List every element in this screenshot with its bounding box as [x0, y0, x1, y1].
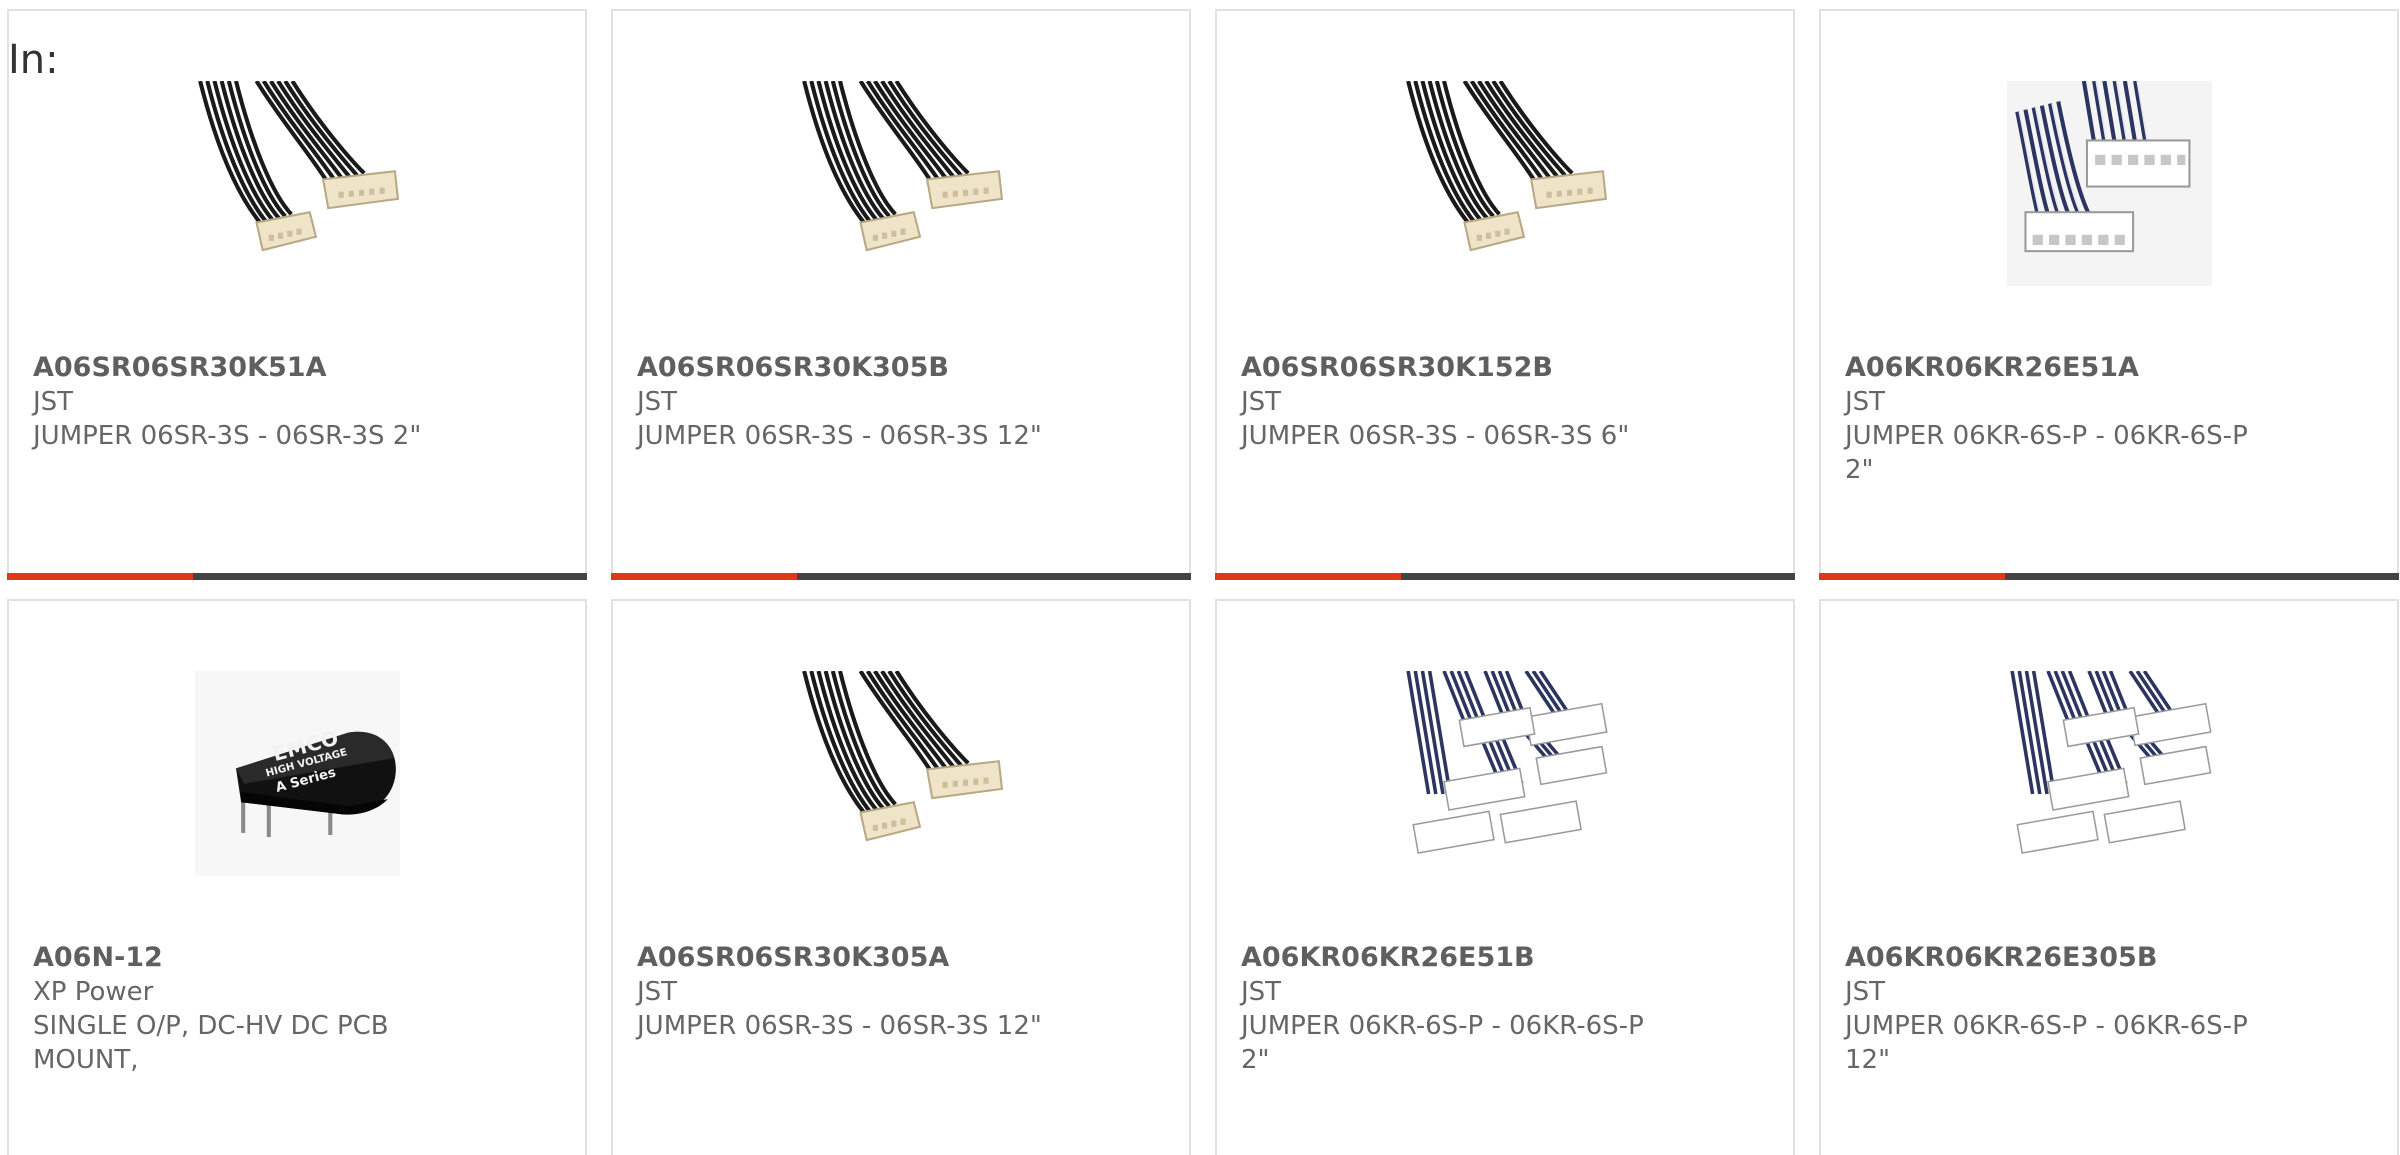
- part-number-link[interactable]: A06SR06SR30K305B: [637, 351, 1165, 385]
- part-number-link[interactable]: A06N-12: [33, 941, 561, 975]
- part-number-link[interactable]: A06SR06SR30K51A: [33, 351, 561, 385]
- progress-bar: [611, 573, 1191, 580]
- product-card[interactable]: EMCO HIGH VOLTAGE A Series A06N-12 XP Po…: [7, 599, 587, 1155]
- progress-bar-fill: [7, 573, 193, 580]
- product-description: JUMPER 06KR-6S-P - 06KR-6S-P 2": [1845, 421, 2248, 485]
- product-image[interactable]: [2007, 671, 2212, 876]
- progress-bar: [1819, 573, 2399, 580]
- product-image[interactable]: EMCO HIGH VOLTAGE A Series: [195, 671, 400, 876]
- product-grid-page: In: A06SR06SR30K51A JST JUMPER 06SR-3S -…: [0, 0, 2400, 1155]
- product-description: JUMPER 06SR-3S - 06SR-3S 12": [637, 421, 1042, 451]
- product-info: A06N-12 XP Power SINGLE O/P, DC-HV DC PC…: [33, 941, 561, 1077]
- product-card[interactable]: A06SR06SR30K152B JST JUMPER 06SR-3S - 06…: [1215, 9, 1795, 580]
- manufacturer: JST: [1845, 387, 1886, 417]
- manufacturer: JST: [1241, 387, 1282, 417]
- manufacturer: JST: [33, 387, 74, 417]
- progress-bar-fill: [1215, 573, 1401, 580]
- manufacturer: JST: [1241, 977, 1282, 1007]
- product-image[interactable]: [799, 671, 1004, 876]
- part-number-link[interactable]: A06KR06KR26E305B: [1845, 941, 2373, 975]
- product-card[interactable]: A06SR06SR30K305A JST JUMPER 06SR-3S - 06…: [611, 599, 1191, 1155]
- product-description: JUMPER 06SR-3S - 06SR-3S 6": [1241, 421, 1630, 451]
- product-image[interactable]: [799, 81, 1004, 286]
- product-description: JUMPER 06KR-6S-P - 06KR-6S-P 12": [1845, 1011, 2248, 1075]
- product-info: A06KR06KR26E51B JST JUMPER 06KR-6S-P - 0…: [1241, 941, 1769, 1077]
- black-cable-jumper-image: [198, 81, 400, 252]
- product-image[interactable]: [1403, 671, 1608, 876]
- in-label: In:: [8, 37, 59, 83]
- product-card[interactable]: A06KR06KR26E51A JST JUMPER 06KR-6S-P - 0…: [1819, 9, 2399, 580]
- product-card[interactable]: A06SR06SR30K51A JST JUMPER 06SR-3S - 06S…: [7, 9, 587, 580]
- part-number-link[interactable]: A06KR06KR26E51B: [1241, 941, 1769, 975]
- product-info: A06SR06SR30K305B JST JUMPER 06SR-3S - 06…: [637, 351, 1165, 453]
- manufacturer: JST: [637, 387, 678, 417]
- multi-connector-jumper-image: [2010, 671, 2212, 854]
- manufacturer: XP Power: [33, 977, 154, 1007]
- black-cable-jumper-image: [802, 671, 1004, 842]
- product-info: A06SR06SR30K305A JST JUMPER 06SR-3S - 06…: [637, 941, 1165, 1043]
- product-image[interactable]: [195, 81, 400, 286]
- progress-bar: [1215, 573, 1795, 580]
- white-connector-jumper-image: [2007, 81, 2212, 286]
- product-card[interactable]: A06KR06KR26E305B JST JUMPER 06KR-6S-P - …: [1819, 599, 2399, 1155]
- product-info: A06KR06KR26E51A JST JUMPER 06KR-6S-P - 0…: [1845, 351, 2373, 487]
- manufacturer: JST: [1845, 977, 1886, 1007]
- product-description: JUMPER 06KR-6S-P - 06KR-6S-P 2": [1241, 1011, 1644, 1075]
- black-cable-jumper-image: [1406, 81, 1608, 252]
- product-info: A06SR06SR30K51A JST JUMPER 06SR-3S - 06S…: [33, 351, 561, 453]
- product-image[interactable]: [2007, 81, 2212, 286]
- product-description: JUMPER 06SR-3S - 06SR-3S 2": [33, 421, 422, 451]
- product-image[interactable]: [1403, 81, 1608, 286]
- product-card[interactable]: A06SR06SR30K305B JST JUMPER 06SR-3S - 06…: [611, 9, 1191, 580]
- product-info: A06SR06SR30K152B JST JUMPER 06SR-3S - 06…: [1241, 351, 1769, 453]
- part-number-link[interactable]: A06SR06SR30K305A: [637, 941, 1165, 975]
- black-cable-jumper-image: [802, 81, 1004, 252]
- product-description: JUMPER 06SR-3S - 06SR-3S 12": [637, 1011, 1042, 1041]
- manufacturer: JST: [637, 977, 678, 1007]
- part-number-link[interactable]: A06SR06SR30K152B: [1241, 351, 1769, 385]
- progress-bar-fill: [611, 573, 797, 580]
- progress-bar: [7, 573, 587, 580]
- emco-module-image: EMCO HIGH VOLTAGE A Series: [195, 671, 400, 876]
- product-description: SINGLE O/P, DC-HV DC PCB MOUNT,: [33, 1011, 389, 1075]
- product-info: A06KR06KR26E305B JST JUMPER 06KR-6S-P - …: [1845, 941, 2373, 1077]
- part-number-link[interactable]: A06KR06KR26E51A: [1845, 351, 2373, 385]
- product-card[interactable]: A06KR06KR26E51B JST JUMPER 06KR-6S-P - 0…: [1215, 599, 1795, 1155]
- progress-bar-fill: [1819, 573, 2005, 580]
- multi-connector-jumper-image: [1406, 671, 1608, 854]
